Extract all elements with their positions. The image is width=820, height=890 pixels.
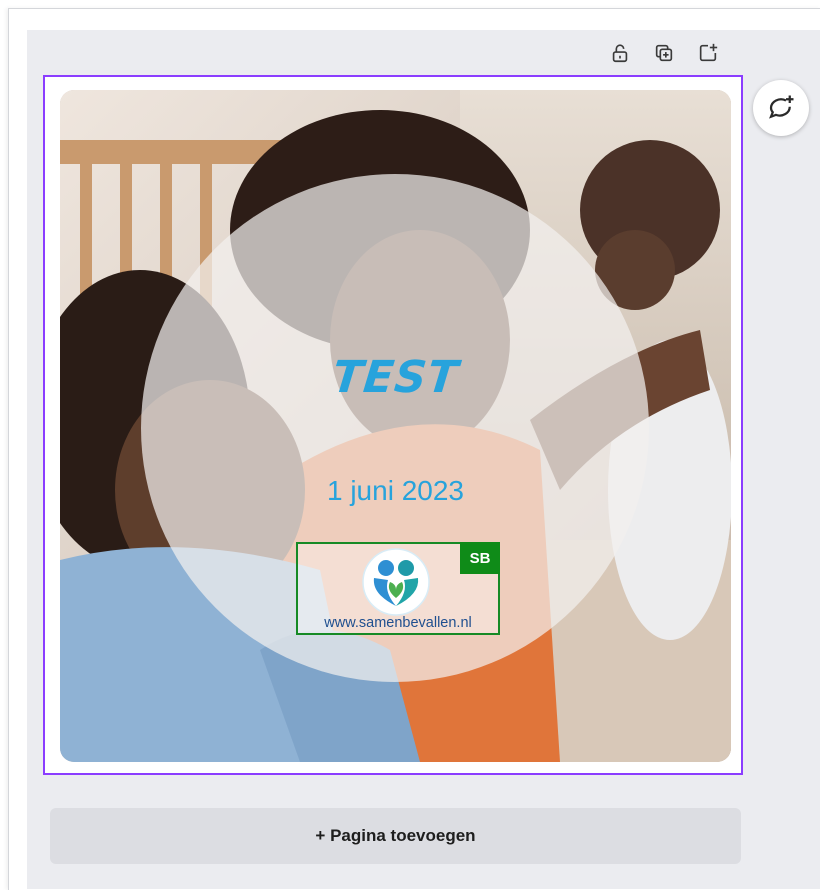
design-title[interactable]: TEST — [60, 352, 731, 403]
add-page-icon — [699, 43, 718, 62]
duplicate-page-icon — [655, 44, 673, 62]
page-toolbar — [605, 36, 723, 70]
lock-open-icon — [612, 44, 628, 63]
design-date[interactable]: 1 juni 2023 — [60, 475, 731, 507]
add-page-button[interactable]: + Pagina toevoegen — [50, 808, 741, 864]
design-canvas[interactable]: TEST 1 juni 2023 SB www.samenbevallen.nl — [60, 90, 731, 762]
logo-badge: SB — [460, 542, 500, 574]
samenbevallen-logo[interactable]: SB www.samenbevallen.nl — [296, 542, 500, 635]
logo-url: www.samenbevallen.nl — [324, 615, 472, 631]
duplicate-page-button[interactable] — [649, 38, 679, 68]
add-comment-button[interactable] — [753, 80, 809, 136]
heart-family-logo-icon — [362, 548, 430, 616]
add-comment-icon — [769, 95, 794, 119]
lock-page-button[interactable] — [605, 38, 635, 68]
add-page-toolbar-button[interactable] — [693, 38, 723, 68]
